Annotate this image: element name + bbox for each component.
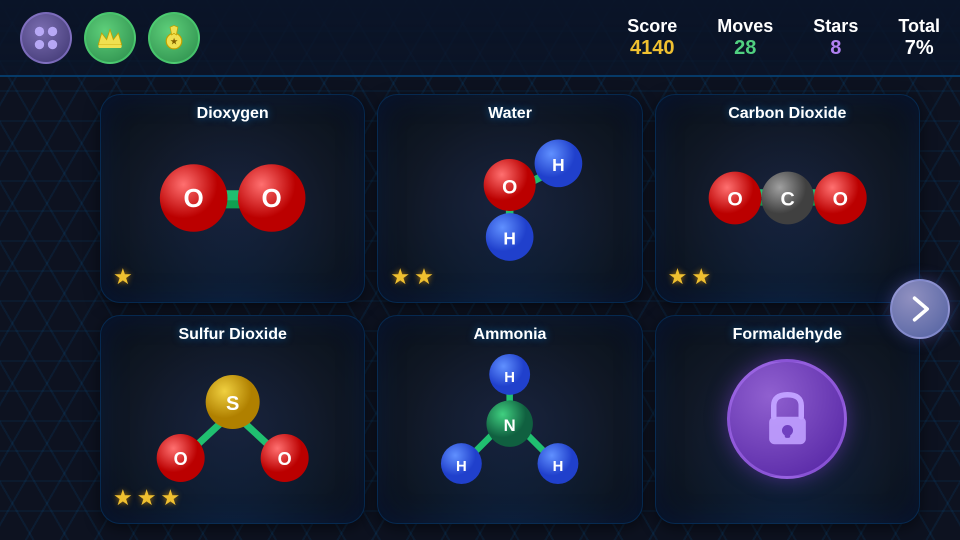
header: ★ Score 4140 Moves 28 Stars 8 Total 7% (0, 0, 960, 77)
so2-stars: ★ ★ ★ (113, 485, 180, 511)
so2-display: S O O (101, 354, 364, 484)
moves-label: Moves (717, 16, 773, 37)
water-svg: O H H (378, 133, 641, 263)
dioxygen-stars: ★ (113, 264, 133, 290)
svg-text:O: O (278, 449, 292, 469)
co2-display: O C O (656, 133, 919, 263)
arrow-right-icon (902, 291, 938, 327)
ammonia-display: H N H H (378, 354, 641, 484)
crown-icon (95, 23, 125, 53)
so2-svg: S O O (101, 354, 364, 484)
svg-text:O: O (502, 177, 517, 199)
medal-badge[interactable]: ★ (148, 12, 200, 64)
molecule-card-so2[interactable]: Sulfur Dioxide (100, 315, 365, 524)
svg-text:H: H (553, 459, 564, 475)
score-label: Score (627, 16, 677, 37)
menu-icon (32, 24, 60, 52)
next-button[interactable] (890, 279, 950, 339)
stars-stat: Stars 8 (813, 16, 858, 60)
water-title: Water (378, 105, 641, 123)
co2-title: Carbon Dioxide (656, 105, 919, 123)
water-display: O H H (378, 133, 641, 263)
stars-label: Stars (813, 16, 858, 37)
svg-text:O: O (832, 189, 847, 211)
main-area: Dioxygen O O (0, 77, 960, 540)
menu-button[interactable] (20, 12, 72, 64)
molecule-card-co2[interactable]: Carbon Dioxide (655, 94, 920, 303)
total-label: Total (898, 16, 940, 37)
molecule-card-water[interactable]: Water (377, 94, 642, 303)
svg-text:N: N (504, 416, 516, 435)
header-stats: Score 4140 Moves 28 Stars 8 Total 7% (627, 16, 940, 60)
svg-text:H: H (552, 155, 565, 175)
co2-stars: ★ ★ (668, 264, 711, 290)
moves-value: 28 (717, 37, 773, 60)
svg-text:O: O (174, 449, 188, 469)
svg-text:O: O (184, 183, 204, 213)
co2-svg: O C O (656, 133, 919, 263)
moves-stat: Moves 28 (717, 16, 773, 60)
svg-text:★: ★ (171, 37, 179, 46)
svg-text:S: S (226, 393, 239, 415)
so2-title: Sulfur Dioxide (101, 326, 364, 344)
star-1: ★ (113, 264, 133, 290)
ammonia-title: Ammonia (378, 326, 641, 344)
molecule-card-ammonia[interactable]: Ammonia (377, 315, 642, 524)
header-left: ★ (20, 12, 200, 64)
formaldehyde-display (656, 354, 919, 484)
molecule-grid: Dioxygen O O (100, 94, 920, 524)
formaldehyde-title: Formaldehyde (656, 326, 919, 344)
score-stat: Score 4140 (627, 16, 677, 60)
molecule-card-formaldehyde[interactable]: Formaldehyde (655, 315, 920, 524)
medal-icon: ★ (160, 24, 188, 52)
stars-value: 8 (813, 37, 858, 60)
score-value: 4140 (627, 37, 677, 60)
total-stat: Total 7% (898, 16, 940, 60)
lock-icon (760, 387, 815, 452)
svg-text:H: H (505, 370, 516, 386)
total-value: 7% (898, 37, 940, 60)
dioxygen-svg: O O (101, 133, 364, 263)
dioxygen-display: O O (101, 133, 364, 263)
molecule-card-dioxygen[interactable]: Dioxygen O O (100, 94, 365, 303)
water-stars: ★ ★ (390, 264, 433, 290)
svg-text:H: H (504, 229, 517, 249)
svg-text:H: H (456, 459, 467, 475)
ammonia-svg: H N H H (378, 354, 641, 484)
svg-text:C: C (780, 189, 794, 211)
svg-text:O: O (262, 183, 282, 213)
dioxygen-title: Dioxygen (101, 105, 364, 123)
crown-badge[interactable] (84, 12, 136, 64)
svg-text:O: O (727, 189, 742, 211)
lock-circle (727, 359, 847, 479)
